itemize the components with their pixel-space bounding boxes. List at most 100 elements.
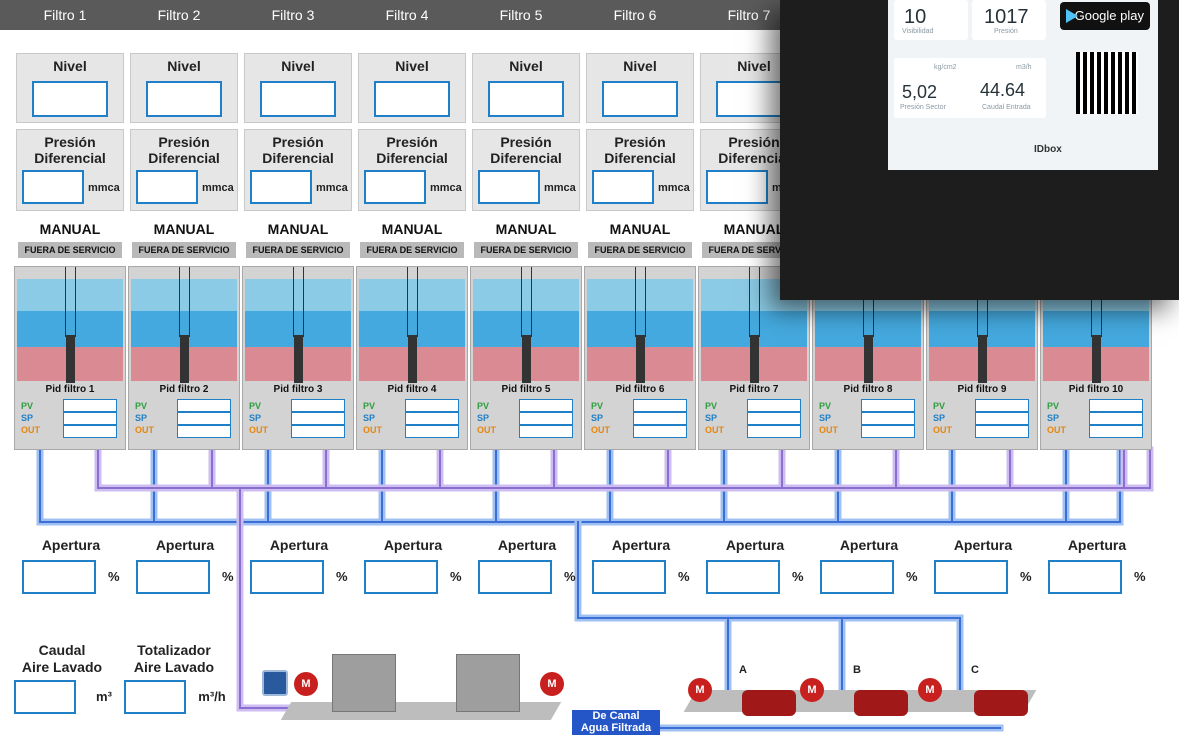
pressure-sensor-icon[interactable] [262,670,288,696]
presion-field[interactable] [706,170,768,204]
filter-tank[interactable]: Pid filtro 1 PV SP OUT [14,266,126,450]
pv-field[interactable] [975,399,1029,412]
out-field[interactable] [861,425,915,438]
pv-field[interactable] [63,399,117,412]
presion-field[interactable] [364,170,426,204]
level-sensor-icon [636,335,645,383]
motor-icon[interactable]: M [688,678,712,702]
out-label: OUT [21,425,40,435]
sp-field[interactable] [63,412,117,425]
pv-field[interactable] [1089,399,1143,412]
nivel-field[interactable] [260,81,336,117]
presion-field[interactable] [250,170,312,204]
presion-field[interactable] [22,170,84,204]
pv-field[interactable] [291,399,345,412]
filter-tank[interactable]: Pid filtro 3 PV SP OUT [242,266,354,450]
motor-icon[interactable]: M [800,678,824,702]
out-field[interactable] [405,425,459,438]
percent-unit: % [906,569,918,584]
filter-tank[interactable]: Pid filtro 2 PV SP OUT [128,266,240,450]
motor-icon[interactable]: M [918,678,942,702]
nivel-field[interactable] [602,81,678,117]
motor-icon[interactable]: M [294,672,318,696]
mmca-unit: mmca [88,182,120,194]
diferencial-label: Diferencial [34,150,106,166]
apertura-field[interactable] [934,560,1008,594]
manual-button[interactable]: MANUAL [144,221,224,237]
out-field[interactable] [1089,425,1143,438]
pump-c-icon[interactable] [974,690,1028,716]
pv-field[interactable] [861,399,915,412]
water-upper [17,279,123,311]
apertura-label: Apertura [497,537,557,553]
sp-label: SP [21,413,34,423]
out-field[interactable] [975,425,1029,438]
blower-2-icon[interactable] [456,654,520,712]
filter-tank[interactable]: Pid filtro 5 PV SP OUT [470,266,582,450]
manual-button[interactable]: MANUAL [258,221,338,237]
nivel-field[interactable] [146,81,222,117]
sp-field[interactable] [1089,412,1143,425]
manual-button[interactable]: MANUAL [30,221,110,237]
caudal-field[interactable] [14,680,76,714]
pv-field[interactable] [747,399,801,412]
nivel-field[interactable] [374,81,450,117]
sp-field[interactable] [405,412,459,425]
manual-button[interactable]: MANUAL [486,221,566,237]
apertura-field[interactable] [706,560,780,594]
motor-icon[interactable]: M [540,672,564,696]
presion-field[interactable] [136,170,198,204]
pv-field[interactable] [519,399,573,412]
totalizador-field[interactable] [124,680,186,714]
filter-tank[interactable]: Pid filtro 6 PV SP OUT [584,266,696,450]
filter-tank[interactable]: Pid filtro 4 PV SP OUT [356,266,468,450]
pv-label: PV [135,401,148,411]
out-field[interactable] [291,425,345,438]
pv-field[interactable] [633,399,687,412]
sp-label: SP [363,413,376,423]
apertura-field[interactable] [136,560,210,594]
apertura-field[interactable] [22,560,96,594]
out-field[interactable] [747,425,801,438]
sp-field[interactable] [291,412,345,425]
presion-field[interactable] [478,170,540,204]
presion-label: Presión [158,134,210,150]
apertura-field[interactable] [250,560,324,594]
manual-button[interactable]: MANUAL [600,221,680,237]
visibility-tile: 10 Visibilidad [894,0,968,40]
apertura-label: Apertura [953,537,1013,553]
apertura-field[interactable] [1048,560,1122,594]
out-field[interactable] [519,425,573,438]
pv-label: PV [249,401,262,411]
sp-field[interactable] [519,412,573,425]
nivel-field[interactable] [488,81,564,117]
pump-b-icon[interactable] [854,690,908,716]
nivel-field[interactable] [32,81,108,117]
sp-field[interactable] [633,412,687,425]
apertura-field[interactable] [820,560,894,594]
manual-button[interactable]: MANUAL [372,221,452,237]
sp-field[interactable] [975,412,1029,425]
sp-field[interactable] [747,412,801,425]
apertura-field[interactable] [364,560,438,594]
apertura-label: Apertura [611,537,671,553]
sector-unit: kg/cm2 [934,64,957,71]
pump-a-icon[interactable] [742,690,796,716]
pv-label: PV [477,401,490,411]
out-field[interactable] [177,425,231,438]
sensor-wire [407,267,408,337]
presion-field[interactable] [592,170,654,204]
pv-field[interactable] [177,399,231,412]
visibility-value: 10 [904,6,927,28]
apertura-field[interactable] [592,560,666,594]
pv-field[interactable] [405,399,459,412]
presion-label: Presión [44,134,96,150]
blower-1-icon[interactable] [332,654,396,712]
apertura-field[interactable] [478,560,552,594]
level-sensor-icon [522,335,531,383]
out-field[interactable] [633,425,687,438]
out-field[interactable] [63,425,117,438]
sp-field[interactable] [177,412,231,425]
sensor-wire [65,267,66,337]
sp-field[interactable] [861,412,915,425]
